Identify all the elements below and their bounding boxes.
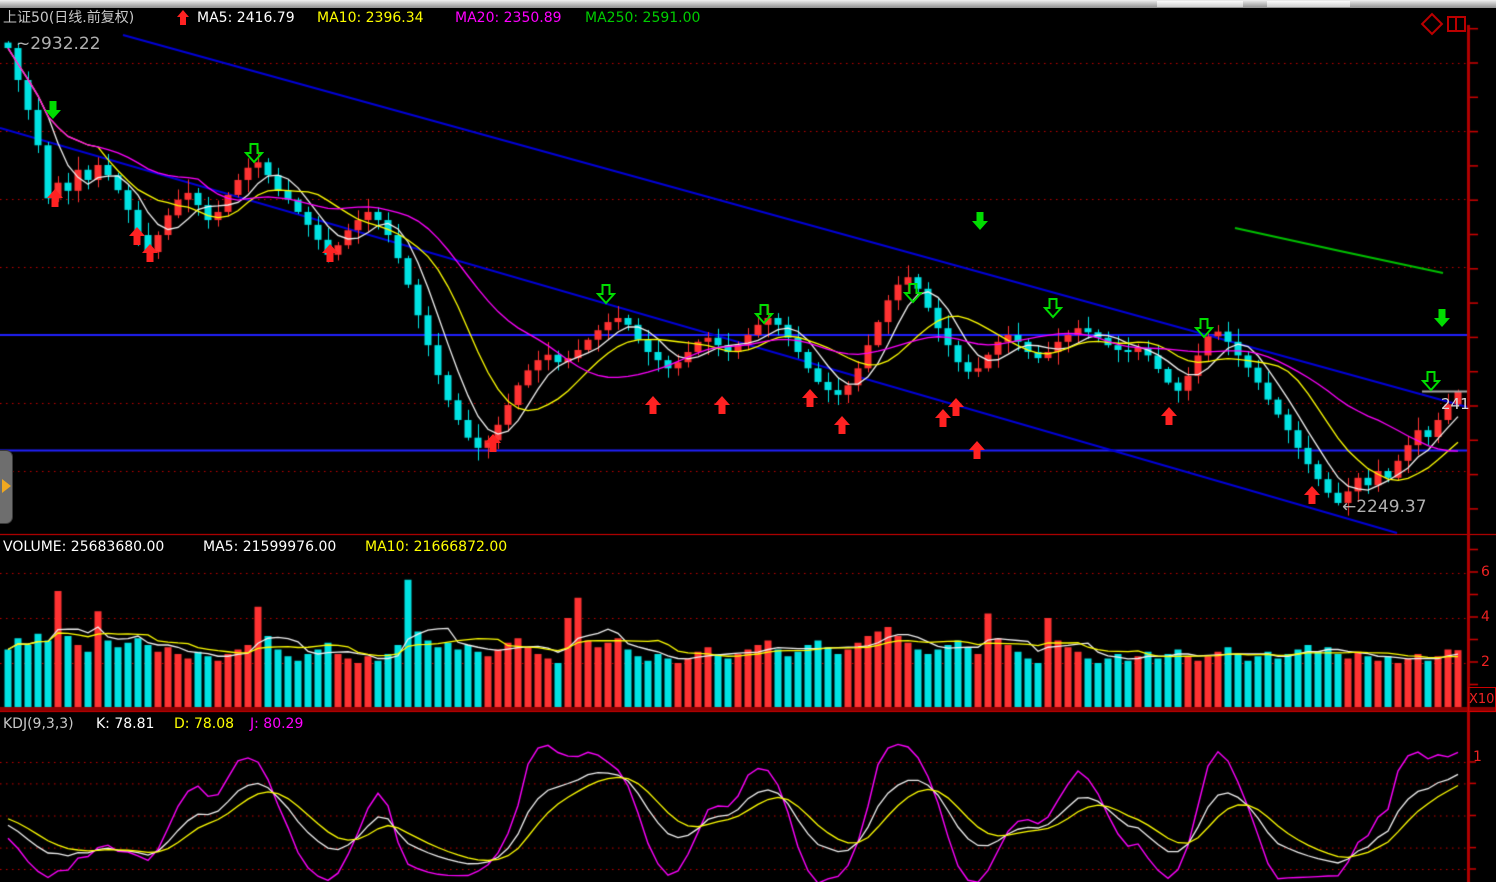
kdj-k-readout: K: 78.81 [96, 716, 154, 732]
sell-signal-arrow [971, 211, 989, 231]
volume-ma5-readout: MA5: 21599976.00 [203, 539, 336, 555]
buy-signal-arrow [947, 397, 965, 417]
buy-signal-arrow [833, 415, 851, 435]
expand-arrow-icon [2, 479, 11, 493]
sell-signal-hollow-arrow [1194, 317, 1212, 337]
chart-canvas[interactable] [0, 0, 1496, 882]
volume-readout: VOLUME: 25683680.00 [3, 539, 164, 555]
buy-signal-arrow [46, 188, 64, 208]
buy-signal-arrow [644, 395, 662, 415]
split-window-icon[interactable] [1447, 16, 1466, 32]
sell-signal-hollow-arrow [754, 303, 772, 323]
kdj-d-readout: D: 78.08 [174, 716, 234, 732]
volume-unit-badge: X10 [1468, 687, 1496, 712]
buy-signal-arrow [484, 433, 502, 453]
sell-signal-hollow-arrow [903, 282, 921, 302]
sidebar-slide-handle[interactable] [0, 450, 13, 524]
sell-signal-arrow [1433, 308, 1451, 328]
buy-signal-arrow [141, 243, 159, 263]
symbol-title[interactable]: 上证50(日线.前复权) [3, 10, 134, 26]
volume-unit-label: X10 [1469, 692, 1494, 707]
kdj-title[interactable]: KDJ(9,3,3) [3, 716, 74, 732]
volume-ma10-readout: MA10: 21666872.00 [365, 539, 507, 555]
period-high-label: ~2932.22 [16, 36, 101, 52]
buy-signal-arrow [1303, 485, 1321, 505]
last-price-label: 241 [1441, 396, 1470, 412]
buy-signal-arrow [968, 440, 986, 460]
buy-signal-arrow [713, 395, 731, 415]
sell-signal-hollow-arrow [1043, 297, 1061, 317]
buy-signal-arrow [1160, 406, 1178, 426]
ma250-readout: MA250: 2591.00 [585, 10, 700, 26]
sell-signal-arrow [44, 100, 62, 120]
stock-chart-window: 上证50(日线.前复权) MA5: 2416.79 MA10: 2396.34 … [0, 0, 1496, 882]
period-low-label: ←2249.37 [1342, 499, 1427, 515]
volume-axis-label: 6 [1481, 564, 1490, 580]
kdj-axis-label: 1 [1473, 749, 1482, 765]
volume-axis-label: 2 [1481, 654, 1490, 670]
buy-signal-arrow [321, 243, 339, 263]
buy-signal-arrow [801, 388, 819, 408]
kdj-j-readout: J: 80.29 [250, 716, 303, 732]
ma10-readout: MA10: 2396.34 [317, 10, 424, 26]
up-arrow-icon [176, 10, 190, 26]
sell-signal-hollow-arrow [244, 142, 262, 162]
volume-axis-label: 4 [1481, 609, 1490, 625]
sell-signal-hollow-arrow [1421, 370, 1439, 390]
ma20-readout: MA20: 2350.89 [455, 10, 562, 26]
ma5-readout: MA5: 2416.79 [197, 10, 295, 26]
sell-signal-hollow-arrow [596, 283, 614, 303]
